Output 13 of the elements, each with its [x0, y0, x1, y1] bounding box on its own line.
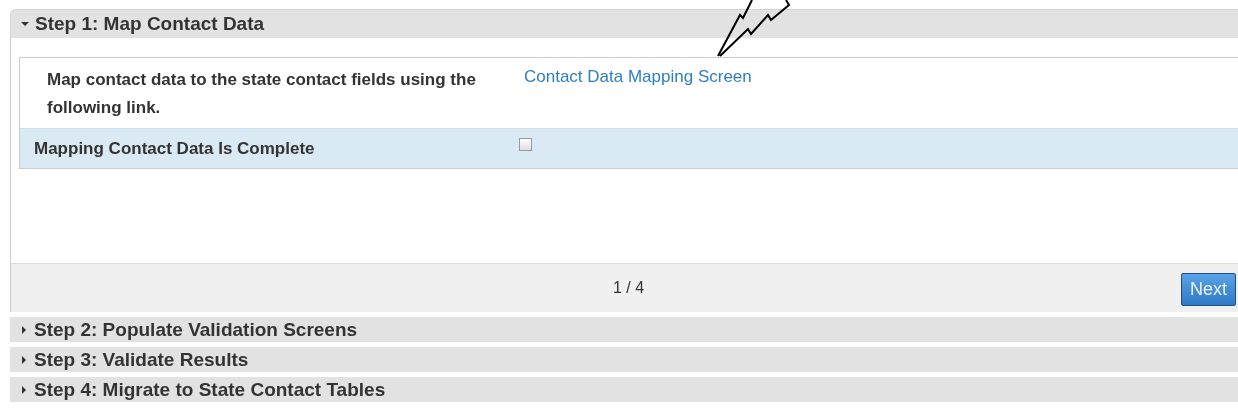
complete-checkbox[interactable]: [519, 138, 532, 151]
step-header[interactable]: Step 1: Map Contact Data: [10, 9, 1238, 38]
complete-label: Mapping Contact Data Is Complete: [33, 138, 316, 159]
step-header[interactable]: Step 4: Migrate to State Contact Tables: [10, 377, 1238, 402]
caret-right-icon: [20, 355, 28, 364]
caret-right-icon: [20, 325, 28, 334]
step-header[interactable]: Step 2: Populate Validation Screens: [10, 317, 1238, 342]
mapping-screen-link[interactable]: Contact Data Mapping Screen: [507, 66, 752, 122]
caret-right-icon: [20, 385, 28, 394]
step-header[interactable]: Step 3: Validate Results: [10, 347, 1238, 372]
instruction-text: Map contact data to the state contact fields using the following link.: [46, 69, 477, 119]
page-indicator: 1 / 4: [613, 279, 645, 297]
caret-down-icon: [21, 20, 29, 28]
